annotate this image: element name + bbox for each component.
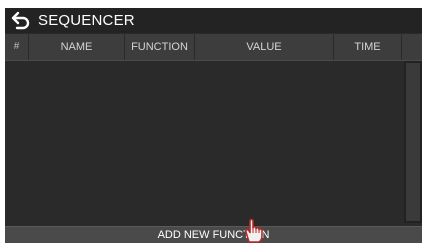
column-header-number: # <box>5 34 29 60</box>
sequencer-screen: SEQUENCER # NAME FUNCTION VALUE TIME ADD… <box>5 8 422 243</box>
title-bar: SEQUENCER <box>5 8 422 33</box>
scrollbar-thumb[interactable] <box>406 63 420 221</box>
back-button[interactable] <box>11 11 31 30</box>
table-header: # NAME FUNCTION VALUE TIME <box>5 34 422 61</box>
column-header-time: TIME <box>334 34 402 60</box>
column-header-name: NAME <box>29 34 125 60</box>
column-header-function: FUNCTION <box>125 34 195 60</box>
column-header-value: VALUE <box>195 34 334 60</box>
back-arrow-icon <box>11 11 30 30</box>
scrollbar[interactable] <box>404 61 422 223</box>
page-title: SEQUENCER <box>38 12 135 29</box>
touch-pointer-icon <box>240 216 266 243</box>
add-new-function-button[interactable]: ADD NEW FUNCTION <box>5 226 422 243</box>
column-header-spacer <box>402 34 422 60</box>
sequence-list[interactable] <box>5 61 402 223</box>
